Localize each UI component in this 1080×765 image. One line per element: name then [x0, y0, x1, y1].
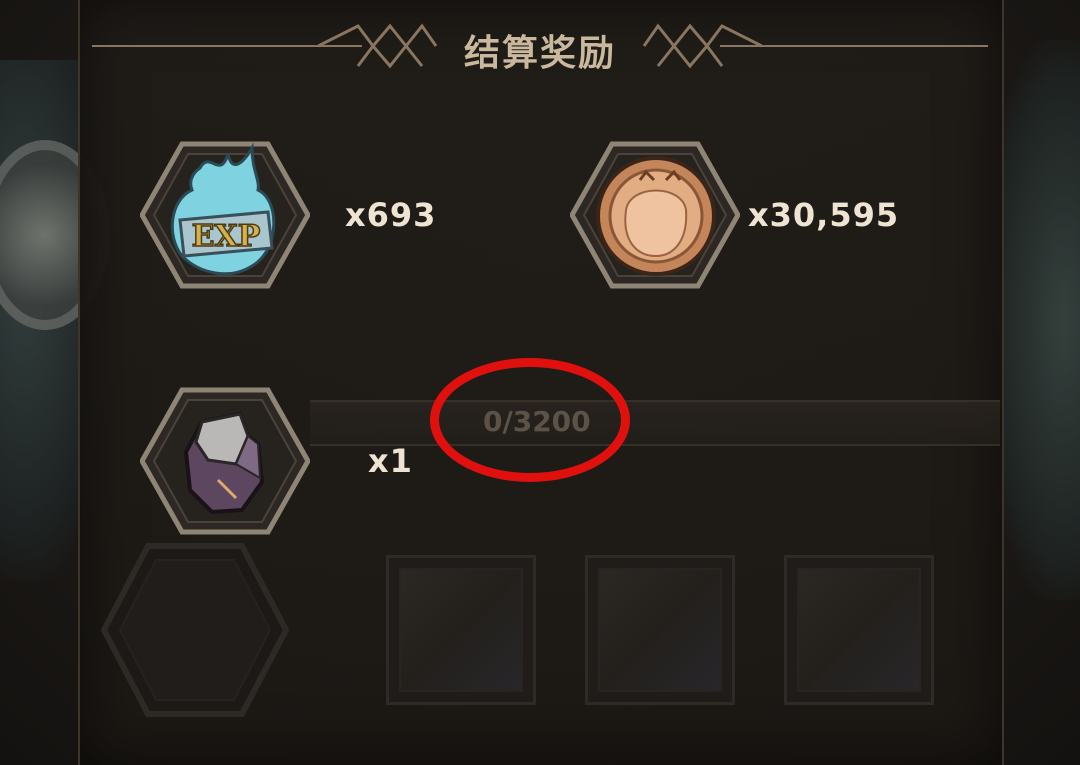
background-card-2: [585, 555, 735, 705]
background-hero-frame: [100, 543, 290, 717]
reward-count-coin: x30,595: [748, 196, 900, 234]
reward-count-ore: x1: [368, 442, 413, 480]
title-ornament-right-icon: [642, 23, 762, 69]
reward-slot-exp[interactable]: EXP: [140, 140, 310, 290]
progress-bar: [310, 400, 1000, 446]
title-divider-right: [720, 45, 988, 47]
page-title: 结算奖励: [463, 32, 616, 73]
background-card-1: [386, 555, 536, 705]
svg-text:EXP: EXP: [192, 219, 261, 254]
background-card-3: [784, 555, 934, 705]
reward-slot-ore[interactable]: [140, 386, 310, 536]
reward-slot-coin[interactable]: [570, 140, 740, 290]
gold-coin-icon: [596, 156, 716, 276]
reward-count-exp: x693: [345, 196, 437, 234]
annotation-circle: [430, 358, 630, 482]
